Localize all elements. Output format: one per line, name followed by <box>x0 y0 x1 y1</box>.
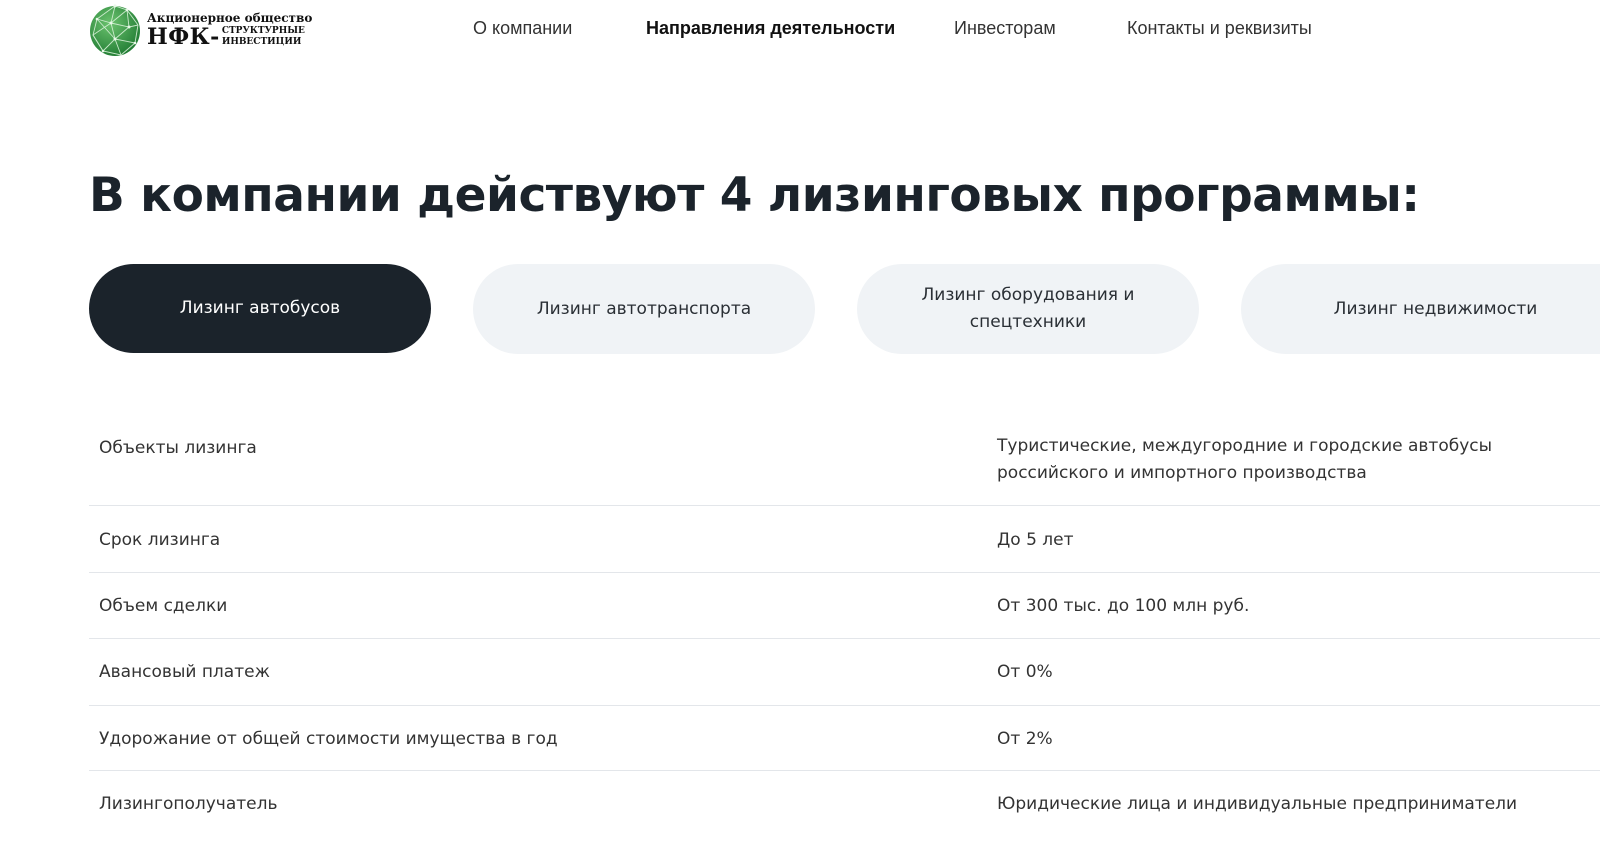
row-label: Срок лизинга <box>99 530 221 550</box>
row-value: От 2% <box>997 729 1053 749</box>
nav-item-about[interactable]: О компании <box>473 18 572 39</box>
row-label: Авансовый платеж <box>99 662 270 682</box>
tab-vehicle-leasing[interactable]: Лизинг автотранспорта <box>473 264 815 354</box>
table-row: Срок лизинга До 5 лет <box>89 506 1600 573</box>
row-value: Юридические лица и индивидуальные предпр… <box>997 794 1518 814</box>
table-row: Объекты лизинга Туристические, междугоро… <box>89 420 1600 506</box>
row-label: Удорожание от общей стоимости имущества … <box>99 729 558 749</box>
table-row: Объем сделки От 300 тыс. до 100 млн руб. <box>89 573 1600 639</box>
row-value: От 0% <box>997 662 1053 682</box>
tab-label: Лизинг автотранспорта <box>536 298 752 319</box>
tab-label: Лизинг недвижимости <box>1333 298 1538 319</box>
main-navigation: О компании Направления деятельности Инве… <box>0 18 1600 42</box>
page-title: В компании действуют 4 лизинговых програ… <box>89 168 1420 223</box>
row-value: До 5 лет <box>997 530 1074 550</box>
nav-item-investors[interactable]: Инвесторам <box>954 18 1056 39</box>
program-details-table: Объекты лизинга Туристические, междугоро… <box>89 420 1600 831</box>
tab-real-estate-leasing[interactable]: Лизинг недвижимости <box>1241 264 1600 354</box>
tab-label: Лизинг автобусов <box>179 298 341 318</box>
table-row: Лизингополучатель Юридические лица и инд… <box>89 771 1600 831</box>
page: Акционерное общество НФК- СТРУКТУРНЫЕ ИН… <box>0 0 1600 841</box>
nav-item-contacts[interactable]: Контакты и реквизиты <box>1127 18 1312 39</box>
tab-bus-leasing[interactable]: Лизинг автобусов <box>89 264 431 353</box>
row-value: От 300 тыс. до 100 млн руб. <box>997 596 1250 616</box>
table-row: Авансовый платеж От 0% <box>89 639 1600 706</box>
nav-item-directions[interactable]: Направления деятельности <box>646 18 895 39</box>
row-value: Туристические, междугородние и городские… <box>997 436 1493 483</box>
site-header: Акционерное общество НФК- СТРУКТУРНЫЕ ИН… <box>0 0 1600 60</box>
table-row: Удорожание от общей стоимости имущества … <box>89 706 1600 771</box>
tab-label: Лизинг оборудования и спецтехники <box>921 285 1135 332</box>
row-label: Лизингополучатель <box>99 794 278 814</box>
tab-equipment-leasing[interactable]: Лизинг оборудования и спецтехники <box>857 264 1199 354</box>
row-label: Объем сделки <box>99 596 228 616</box>
row-label: Объекты лизинга <box>99 438 257 458</box>
